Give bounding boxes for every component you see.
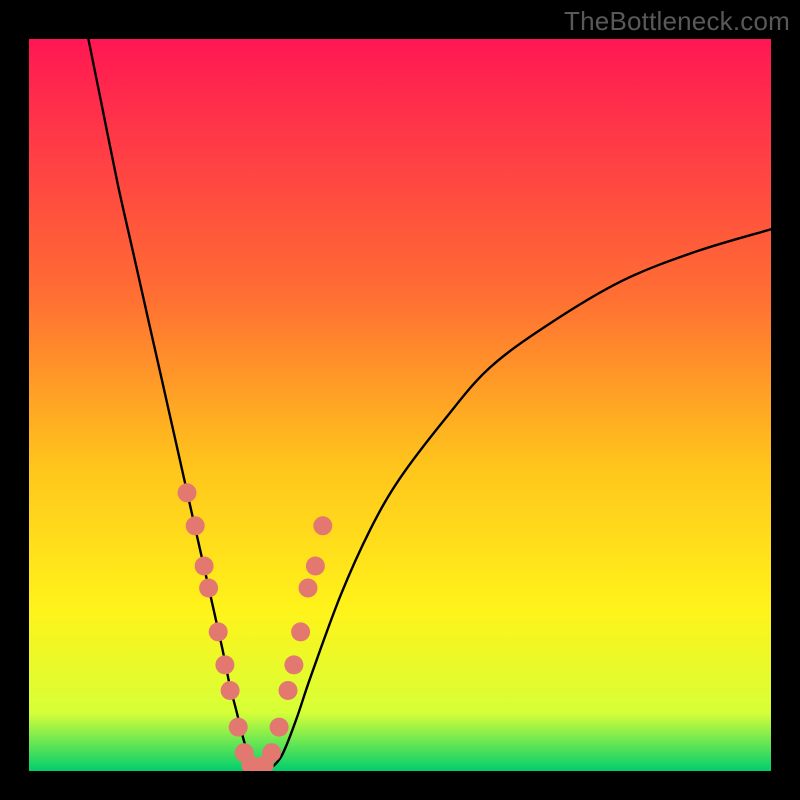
marker-dot (229, 718, 248, 737)
marker-dot (178, 483, 197, 502)
marker-dot (313, 516, 332, 535)
gradient-panel (29, 39, 771, 771)
marker-dot (186, 516, 205, 535)
watermark-text: TheBottleneck.com (564, 6, 790, 37)
marker-dot (270, 718, 289, 737)
marker-dot (284, 655, 303, 674)
chart-stage: TheBottleneck.com (0, 0, 800, 800)
marker-dot (195, 557, 214, 576)
marker-dot (299, 579, 318, 598)
marker-dot (199, 579, 218, 598)
marker-dot (306, 557, 325, 576)
marker-dot (279, 681, 298, 700)
chart-svg (0, 0, 800, 800)
marker-dot (209, 622, 228, 641)
marker-dot (215, 655, 234, 674)
marker-dot (262, 743, 281, 762)
marker-dot (291, 622, 310, 641)
marker-dot (221, 681, 240, 700)
